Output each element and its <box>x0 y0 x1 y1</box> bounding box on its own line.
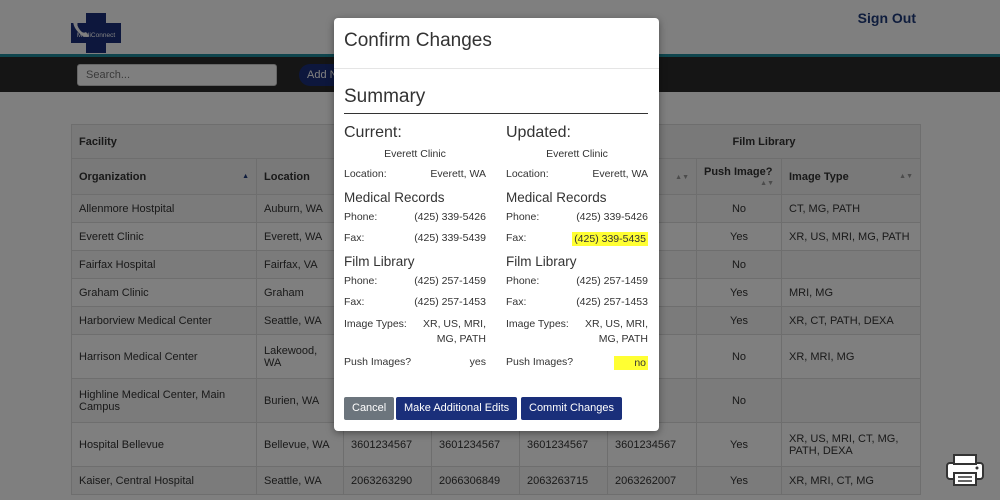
phone-label: Phone: <box>506 274 540 287</box>
phone-label: Phone: <box>344 210 378 223</box>
fax-label: Fax: <box>506 296 527 308</box>
current-film-phone: (425) 257-1459 <box>414 274 486 287</box>
current-film-fax: (425) 257-1453 <box>414 296 486 308</box>
updated-push-images-changed: no <box>614 355 648 370</box>
updated-film-phone: (425) 257-1459 <box>576 274 648 287</box>
summary-divider <box>344 113 648 114</box>
current-name: Everett Clinic <box>384 148 446 160</box>
location-label: Location: <box>344 168 387 180</box>
current-med-fax: (425) 339-5439 <box>414 232 486 244</box>
dialog-divider <box>334 68 659 69</box>
current-heading: Current: <box>344 124 402 141</box>
current-location: Everett, WA <box>430 168 486 180</box>
updated-med-phone: (425) 339-5426 <box>576 210 648 223</box>
current-med-heading: Medical Records <box>344 189 445 205</box>
updated-film-fax: (425) 257-1453 <box>576 296 648 308</box>
fax-label: Fax: <box>506 232 527 244</box>
phone-label: Phone: <box>344 274 378 287</box>
current-push-images: yes <box>469 355 486 368</box>
phone-label: Phone: <box>506 210 540 223</box>
fax-label: Fax: <box>344 232 365 244</box>
commit-changes-button[interactable]: Commit Changes <box>521 397 622 420</box>
make-additional-edits-button[interactable]: Make Additional Edits <box>396 397 518 420</box>
printer-icon[interactable] <box>946 453 984 487</box>
summary-heading: Summary <box>344 86 426 107</box>
push-images-label: Push Images? <box>344 355 412 368</box>
cancel-button[interactable]: Cancel <box>344 397 395 420</box>
updated-column: Updated: Everett Clinic Location: Everett… <box>506 124 648 377</box>
image-types-label: Image Types: <box>506 317 569 330</box>
current-film-heading: Film Library <box>344 253 415 269</box>
image-types-label: Image Types: <box>344 317 407 330</box>
location-label: Location: <box>506 168 549 180</box>
updated-film-heading: Film Library <box>506 253 577 269</box>
updated-name: Everett Clinic <box>546 148 608 160</box>
fax-label: Fax: <box>344 296 365 308</box>
updated-image-types: XR, US, MRI, MG, PATH <box>584 317 648 345</box>
current-column: Current: Everett Clinic Location: Everett… <box>344 124 486 377</box>
push-images-label: Push Images? <box>506 355 574 368</box>
current-med-phone: (425) 339-5426 <box>414 210 486 223</box>
current-image-types: XR, US, MRI, MG, PATH <box>422 317 486 345</box>
updated-med-heading: Medical Records <box>506 189 607 205</box>
updated-heading: Updated: <box>506 124 571 141</box>
updated-med-fax-changed: (425) 339-5435 <box>572 232 648 246</box>
confirm-changes-dialog: Confirm Changes Summary Current: Everett… <box>334 18 659 431</box>
dialog-title: Confirm Changes <box>344 30 492 51</box>
updated-location: Everett, WA <box>592 168 648 180</box>
